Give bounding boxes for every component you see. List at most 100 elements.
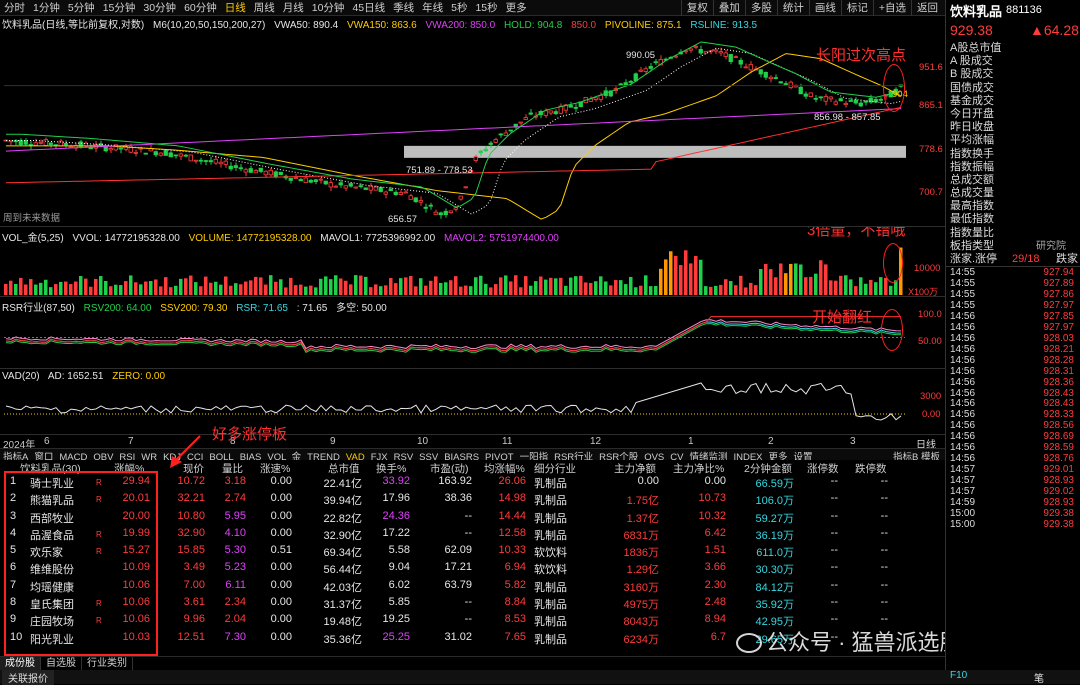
tick-row: 14:55 927.86: [946, 289, 1080, 300]
indicator-tab[interactable]: BIASRS: [444, 452, 479, 460]
cell-avg: 14.44: [498, 509, 526, 522]
cell-spd: 0.00: [270, 509, 292, 522]
f10-button[interactable]: F10: [950, 670, 967, 681]
volume-bar: [439, 282, 443, 295]
cell-lb: 2.34: [224, 596, 246, 609]
tab-watchlist[interactable]: 自选股: [41, 657, 82, 670]
indicator-tab[interactable]: 更多: [769, 452, 788, 460]
draw-line-button[interactable]: 画线: [808, 0, 841, 16]
period-tab[interactable]: 15分钟: [99, 0, 140, 15]
period-tab[interactable]: 5秒: [447, 0, 471, 15]
mavol1-label: MAVOL1: 7725396992.00: [320, 233, 436, 244]
cell-ind: 乳制品: [534, 581, 567, 594]
related-quotes-button[interactable]: 关联报价: [2, 670, 54, 685]
cell-turn: 24.36: [382, 509, 410, 522]
volume-bar: [589, 282, 593, 295]
period-tab[interactable]: 30分钟: [139, 0, 180, 15]
indicator-tab[interactable]: RSR行业: [554, 452, 593, 460]
period-tab[interactable]: 1分钟: [29, 0, 64, 15]
candle-body: [28, 144, 33, 146]
indicator-tab[interactable]: 指标A: [3, 452, 28, 460]
indicator-tab[interactable]: SSV: [419, 452, 438, 460]
multi-stock-button[interactable]: 多股: [744, 0, 777, 16]
period-tab[interactable]: 周线: [250, 0, 279, 15]
candle-body: [463, 186, 468, 189]
candle-body: [493, 139, 498, 143]
volume-bar: [459, 286, 463, 295]
indicator-tab[interactable]: PIVOT: [485, 452, 514, 460]
tab-industry[interactable]: 行业类别: [82, 657, 133, 670]
volume-label: VOLUME: 14772195328.00: [188, 233, 312, 244]
volume-bar: [89, 286, 93, 295]
tick-list: 14:55 927.94 14:55 927.89 14:55 927.86 14:55 92…: [946, 266, 1080, 530]
indicator-tab[interactable]: RSV: [394, 452, 414, 460]
candle-body: [163, 150, 168, 156]
period-tab[interactable]: 年线: [418, 0, 447, 15]
volume-bar: [64, 281, 68, 295]
period-tab[interactable]: 月线: [279, 0, 308, 15]
vad-panel[interactable]: VAD(20) AD: 1652.51 ZERO: 0.00 3000 0.00: [0, 368, 945, 434]
x-tick: 6: [44, 436, 50, 447]
tick-row: 14:56 928.28: [946, 355, 1080, 366]
tick-price: 928.31: [1043, 365, 1074, 377]
period-tab-active[interactable]: 日线: [221, 0, 250, 15]
candle-body: [788, 81, 793, 88]
period-tab[interactable]: 分时: [0, 0, 29, 15]
indicator-tab[interactable]: CV: [670, 452, 683, 460]
add-watchlist-button[interactable]: +自选: [872, 0, 911, 16]
back-button[interactable]: 返回: [911, 0, 943, 16]
volume-bar: [449, 280, 453, 295]
volume-bar: [734, 285, 738, 295]
indicator-tab[interactable]: WR: [141, 452, 157, 460]
volume-bar: [819, 260, 823, 295]
mark-button[interactable]: 标记: [840, 0, 873, 16]
indicator-tab[interactable]: INDEX: [733, 452, 762, 460]
annotation-arrow: [170, 435, 201, 468]
period-tab[interactable]: 季线: [389, 0, 418, 15]
pen-button[interactable]: 笔: [1034, 670, 1044, 685]
candle-body: [188, 154, 193, 162]
overlay-button[interactable]: 叠加: [712, 0, 745, 16]
tick-row: 14:56 928.43: [946, 388, 1080, 399]
volume-bar: [629, 276, 633, 295]
rsr-panel[interactable]: RSR行业(87,50) RSV200: 64.00 SSV200: 79.30…: [0, 296, 945, 368]
volume-bar: [494, 284, 498, 295]
period-tab[interactable]: 15秒: [471, 0, 501, 15]
volume-bar: [4, 283, 8, 295]
volume-bar: [489, 287, 493, 295]
period-tab[interactable]: 10分钟: [308, 0, 349, 15]
watermark: 公众号 · 猛兽派选股: [736, 625, 962, 657]
volume-bar: [384, 285, 388, 295]
indicator-tab[interactable]: OBV: [93, 452, 113, 460]
indicator-tab[interactable]: RSR个股: [599, 452, 638, 460]
indicator-tab[interactable]: 情绪监测: [689, 452, 727, 460]
fuquan-button[interactable]: 复权: [680, 0, 713, 16]
indicator-tab[interactable]: OVS: [644, 452, 664, 460]
candle-body: [703, 50, 708, 54]
volume-bar: [824, 264, 828, 295]
period-tab[interactable]: 更多: [502, 0, 531, 15]
period-tab[interactable]: 60分钟: [180, 0, 221, 15]
indicator-b-template[interactable]: 指标B 模板: [893, 449, 940, 460]
volume-bar: [379, 286, 383, 295]
volume-bar: [224, 276, 228, 295]
indicator-tab[interactable]: 窗口: [34, 452, 53, 460]
candle-body: [618, 83, 623, 86]
volume-bar: [124, 281, 128, 295]
tab-constituents[interactable]: 成份股: [0, 657, 41, 670]
indicator-tab[interactable]: RSI: [119, 452, 135, 460]
indicator-tab[interactable]: FJX: [371, 452, 388, 460]
period-tab[interactable]: 45日线: [348, 0, 389, 15]
indicator-tab[interactable]: MACD: [59, 452, 87, 460]
volume-bar: [704, 286, 708, 295]
indicator-tab[interactable]: 一阳指: [520, 452, 549, 460]
stats-button[interactable]: 统计: [776, 0, 809, 16]
candle-body: [48, 142, 53, 145]
volume-bar: [504, 275, 508, 295]
volume-panel[interactable]: VOL_金(5,25) VVOL: 14772195328.00 VOLUME:…: [0, 226, 945, 296]
period-tab[interactable]: 5分钟: [64, 0, 99, 15]
candle-body: [688, 48, 693, 51]
candlestick-chart[interactable]: 周到未来数据 990.05 656.57 751.89 - 778.53 856…: [0, 30, 945, 226]
candle-body: [758, 69, 763, 75]
indicator-tab[interactable]: 设置: [794, 452, 813, 460]
